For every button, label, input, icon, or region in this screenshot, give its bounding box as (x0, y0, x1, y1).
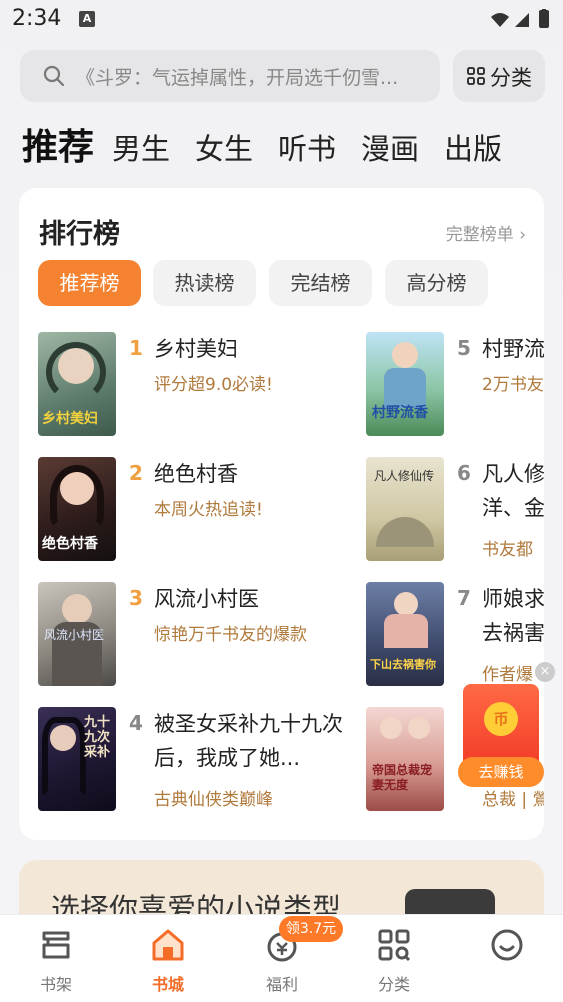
book-tag: 古典仙侠类巅峰 (154, 790, 273, 810)
tab-comics[interactable]: 漫画 (361, 126, 419, 168)
book-item[interactable]: 下山去祸害你 7 师娘求去祸害 作者爆 (366, 582, 544, 686)
signal-battery-icons (491, 9, 549, 28)
nav-bookshelf[interactable]: 书架 (16, 915, 96, 1002)
book-tag: 评分超9.0必读! (154, 375, 273, 395)
cover-title: 九十九次采补 (84, 715, 111, 760)
earn-money-widget[interactable]: 币 (463, 684, 539, 768)
status-time: 2:34 (12, 6, 62, 31)
book-item[interactable]: 村野流香 5 村野流 2万书友 (366, 332, 544, 436)
book-item[interactable]: 绝色村香 2 绝色村香 本周火热追读! (38, 457, 338, 561)
smile-profile-icon (491, 929, 523, 961)
full-ranking-label: 完整榜单 (445, 225, 514, 245)
book-item[interactable]: 风流小村医 3 风流小村医 惊艳万千书友的爆款 (38, 582, 338, 686)
book-cover: 九十九次采补 (38, 707, 116, 811)
book-cover: 风流小村医 (38, 582, 116, 686)
coin-icon: 币 (484, 702, 518, 736)
book-title: 风流小村医 (154, 587, 259, 611)
book-tag: 总裁 | 鶯 (482, 790, 544, 810)
search-input[interactable]: 《斗罗：气运掉属性，开局选千仞雪... (20, 50, 440, 102)
rank-number: 4 (129, 711, 143, 735)
book-tag: 本周火热追读! (154, 500, 263, 520)
full-ranking-link[interactable]: 完整榜单 › (446, 220, 526, 245)
nav-label: 书架 (39, 975, 72, 994)
cover-title: 绝色村香 (42, 536, 98, 552)
rank-number: 3 (129, 586, 143, 610)
search-icon (43, 65, 65, 87)
cover-title: 风流小村医 (44, 628, 105, 642)
nav-profile[interactable] (467, 915, 547, 1002)
chevron-right-icon: › (519, 225, 526, 245)
tab-recommend[interactable]: 推荐 (22, 118, 94, 170)
nav-bookstore[interactable]: 书城 (128, 915, 208, 1002)
book-title: 绝色村香 (154, 462, 238, 486)
tab-publishing[interactable]: 出版 (444, 126, 502, 168)
cover-title: 帝国总裁宠妻无度 (372, 763, 433, 792)
nav-label: 福利 (265, 975, 298, 994)
book-title: 被圣女采补九十九次后，我成了她... (154, 712, 343, 770)
rank-tab-finished[interactable]: 完结榜 (269, 260, 372, 306)
cover-title: 乡村美妇 (42, 411, 98, 427)
book-title: 凡人修洋、金 (482, 462, 544, 520)
rank-number: 6 (457, 461, 471, 485)
earn-money-button[interactable]: 去赚钱 (458, 757, 544, 787)
book-tag: 书友都 (482, 540, 533, 560)
category-button[interactable]: 分类 (453, 50, 545, 102)
nav-label: 书城 (151, 975, 184, 994)
category-label: 分类 (490, 66, 532, 90)
book-cover: 村野流香 (366, 332, 444, 436)
home-icon (152, 929, 184, 961)
book-title: 村野流 (482, 337, 544, 361)
rank-tab-hot[interactable]: 热读榜 (153, 260, 256, 306)
cover-title: 凡人修仙传 (374, 469, 435, 483)
rank-number: 2 (129, 461, 143, 485)
book-cover: 下山去祸害你 (366, 582, 444, 686)
cover-title: 村野流香 (372, 405, 428, 421)
status-bar: 2:34 A (0, 0, 563, 40)
nav-label: 分类 (377, 975, 410, 994)
book-item[interactable]: 乡村美妇 1 乡村美妇 评分超9.0必读! (38, 332, 338, 436)
rank-number: 1 (129, 336, 143, 360)
nav-category[interactable]: 分类 (354, 915, 434, 1002)
rank-tab-top-rated[interactable]: 高分榜 (385, 260, 488, 306)
tab-female[interactable]: 女生 (195, 126, 253, 168)
book-item[interactable]: 凡人修仙传 6 凡人修洋、金 书友都 (366, 457, 544, 561)
book-tag: 2万书友 (482, 375, 544, 395)
category-grid-icon (378, 929, 411, 962)
book-cover: 帝国总裁宠妻无度 (366, 707, 444, 811)
ranking-title: 排行榜 (39, 219, 120, 250)
book-cover: 凡人修仙传 (366, 457, 444, 561)
book-cover: 绝色村香 (38, 457, 116, 561)
book-item[interactable]: 九十九次采补 4 被圣女采补九十九次后，我成了她... 古典仙侠类巅峰 (38, 707, 343, 811)
rank-number: 7 (457, 586, 471, 610)
rank-tab-recommend[interactable]: 推荐榜 (38, 260, 141, 306)
tab-audiobook[interactable]: 听书 (278, 126, 336, 168)
notification-icon: A (79, 11, 95, 27)
book-tag: 惊艳万千书友的爆款 (154, 625, 307, 645)
cover-title: 下山去祸害你 (370, 658, 436, 671)
book-title: 乡村美妇 (154, 337, 238, 361)
search-placeholder: 《斗罗：气运掉属性，开局选千仞雪... (76, 67, 399, 89)
book-tag: 作者爆 (482, 665, 533, 685)
rank-number: 5 (457, 336, 471, 360)
welfare-reward-badge: 领3.7元 (279, 916, 343, 942)
close-icon[interactable]: × (535, 662, 555, 682)
grid-icon (467, 67, 485, 85)
tab-male[interactable]: 男生 (112, 126, 170, 168)
book-cover: 乡村美妇 (38, 332, 116, 436)
book-title: 师娘求去祸害 (482, 587, 544, 645)
bookshelf-icon (42, 931, 70, 959)
